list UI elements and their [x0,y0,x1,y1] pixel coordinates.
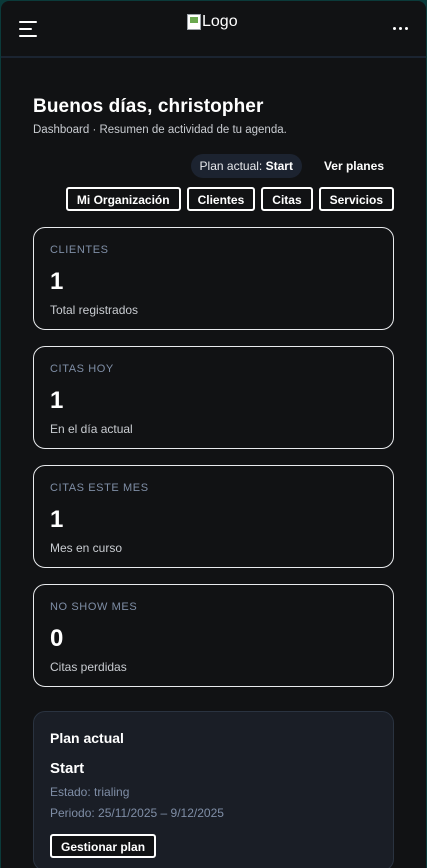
stat-description: Citas perdidas [50,660,127,674]
top-bar: Logo [1,1,426,58]
services-button[interactable]: Servicios [318,187,394,211]
stat-card-clients: CLIENTES 1 Total registrados [33,227,394,330]
current-plan-name: Start [265,159,293,173]
clients-button[interactable]: Clientes [186,187,256,211]
main-content: Buenos días, christopher Dashboard · Res… [1,96,426,868]
appointments-button[interactable]: Citas [261,187,313,211]
page-title: Buenos días, christopher [33,96,264,117]
stat-label: CITAS ESTE MES [50,482,149,494]
plan-card-status: Estado: trialing [50,785,130,799]
stats-list: CLIENTES 1 Total registrados CITAS HOY 1… [33,227,394,687]
logo-alt-text: Logo [202,13,238,30]
logo[interactable]: Logo [187,13,238,31]
more-horizontal-icon[interactable] [393,23,408,34]
plan-card-title: Plan actual [50,730,124,746]
app-frame: Logo Buenos días, christopher Dashboard … [1,1,426,868]
stat-description: Mes en curso [50,541,123,555]
manage-plan-button[interactable]: Gestionar plan [50,834,157,858]
current-plan-badge: Plan actual: Start [190,154,302,178]
current-plan-prefix: Plan actual: [199,159,263,173]
organization-button[interactable]: Mi Organización [65,187,181,211]
plan-card-period: Periodo: 25/11/2025 – 9/12/2025 [50,806,224,820]
stat-description: Total registrados [50,303,139,317]
plan-card-name: Start [50,760,85,777]
stat-value: 1 [50,387,64,414]
stat-label: NO SHOW MES [50,601,138,613]
stat-card-appointments-today: CITAS HOY 1 En el día actual [33,346,394,449]
plan-status-row: Plan actual: Start Ver planes [33,154,394,178]
current-plan-card: Plan actual Start Estado: trialing Perio… [33,711,394,868]
stat-label: CITAS HOY [50,363,114,375]
stat-value: 1 [50,506,64,533]
stat-card-appointments-month: CITAS ESTE MES 1 Mes en curso [33,465,394,568]
hamburger-menu-icon[interactable] [19,20,39,37]
quick-nav: Mi Organización Clientes Citas Servicios [33,187,394,211]
broken-image-icon [187,14,201,30]
view-plans-link[interactable]: Ver planes [314,154,394,178]
stat-description: En el día actual [50,422,133,436]
stat-value: 1 [50,268,64,295]
stat-label: CLIENTES [50,244,109,256]
stat-card-no-show-month: NO SHOW MES 0 Citas perdidas [33,584,394,687]
stat-value: 0 [50,625,64,652]
page-subtitle: Dashboard · Resumen de actividad de tu a… [33,124,287,136]
